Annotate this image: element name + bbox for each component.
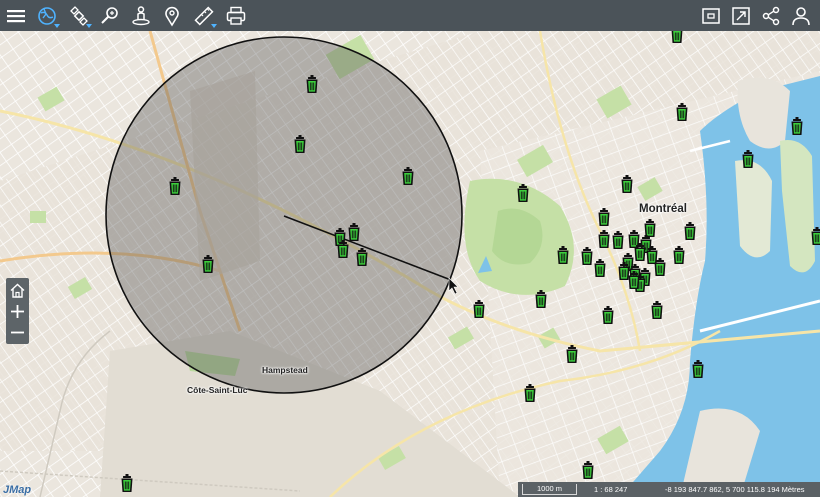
- trash-bin-icon[interactable]: [402, 166, 414, 186]
- trash-bin-icon[interactable]: [612, 230, 624, 250]
- toolbar: [0, 0, 820, 31]
- trash-bin-icon[interactable]: [628, 270, 640, 290]
- user-icon: [792, 6, 810, 25]
- trash-bin-icon[interactable]: [473, 299, 485, 319]
- trash-bin-icon[interactable]: [517, 183, 529, 203]
- trash-bin-icon[interactable]: [582, 460, 594, 480]
- menu-button[interactable]: [2, 2, 30, 29]
- trash-bin-icon[interactable]: [294, 134, 306, 154]
- trash-bin-icon[interactable]: [634, 242, 646, 262]
- trash-bin-icon[interactable]: [202, 254, 214, 274]
- street-view-button[interactable]: [127, 2, 155, 29]
- trash-bin-icon[interactable]: [742, 149, 754, 169]
- print-icon: [226, 6, 246, 25]
- app: Montréal Hampstead Côte-Saint-Luc JMap 1…: [0, 0, 820, 497]
- basemap-button[interactable]: [33, 2, 61, 29]
- jmap-logo: JMap: [3, 484, 32, 496]
- select-area-button[interactable]: [697, 2, 725, 29]
- location-search-icon: [101, 6, 118, 24]
- map-pin-icon: [165, 6, 179, 27]
- trash-bin-icon[interactable]: [684, 221, 696, 241]
- trash-bin-icon[interactable]: [654, 257, 666, 277]
- status-bar: 1000 m 1 : 68 247 -8 193 847.7 862, 5 70…: [518, 482, 820, 497]
- fullscreen-button[interactable]: [727, 2, 755, 29]
- selection-circle[interactable]: [105, 36, 463, 394]
- dropdown-caret: [211, 24, 217, 28]
- trash-bin-icon[interactable]: [557, 245, 569, 265]
- trash-bin-icon[interactable]: [602, 305, 614, 325]
- map-pin-button[interactable]: [158, 2, 186, 29]
- satellite-button[interactable]: [65, 2, 93, 29]
- fullscreen-icon: [732, 6, 750, 25]
- map-canvas[interactable]: Montréal Hampstead Côte-Saint-Luc: [0, 31, 820, 497]
- dropdown-caret: [86, 24, 92, 28]
- share-icon: [762, 6, 780, 25]
- dropdown-caret: [54, 24, 60, 28]
- trash-bin-icon[interactable]: [644, 218, 656, 238]
- trash-bin-icon[interactable]: [306, 74, 318, 94]
- trash-bin-icon[interactable]: [535, 289, 547, 309]
- trash-bin-icon[interactable]: [598, 229, 610, 249]
- label-montreal: Montréal: [639, 203, 687, 215]
- scale-ratio: 1 : 68 247: [594, 485, 628, 494]
- plus-icon: [11, 304, 24, 318]
- map-surface: [0, 31, 820, 497]
- trash-bin-icon[interactable]: [169, 176, 181, 196]
- share-button[interactable]: [757, 2, 785, 29]
- trash-bin-icon[interactable]: [692, 359, 704, 379]
- trash-bin-icon[interactable]: [646, 245, 658, 265]
- print-button[interactable]: [222, 2, 250, 29]
- trash-bin-icon[interactable]: [121, 473, 133, 493]
- trash-bin-icon[interactable]: [651, 300, 663, 320]
- trash-bin-icon[interactable]: [618, 261, 630, 281]
- zoom-panel: [6, 278, 29, 344]
- trash-bin-icon[interactable]: [671, 31, 683, 44]
- street-view-icon: [132, 5, 150, 25]
- trash-bin-icon[interactable]: [356, 247, 368, 267]
- trash-bin-icon[interactable]: [594, 258, 606, 278]
- measure-button[interactable]: [190, 2, 218, 29]
- cursor-coordinates: -8 193 847.7 862, 5 700 115.8 194 Mètres: [665, 485, 805, 494]
- select-area-icon: [702, 7, 720, 24]
- location-search-button[interactable]: [96, 2, 124, 29]
- trash-bin-icon[interactable]: [621, 174, 633, 194]
- trash-bin-icon[interactable]: [566, 344, 578, 364]
- trash-bin-icon[interactable]: [348, 222, 360, 242]
- trash-bin-icon[interactable]: [673, 245, 685, 265]
- menu-icon: [7, 9, 25, 22]
- scale-bar: 1000 m: [522, 484, 577, 495]
- home-button[interactable]: [6, 279, 29, 301]
- label-hampstead: Hampstead: [262, 365, 308, 375]
- zoom-out-button[interactable]: [6, 321, 29, 343]
- trash-bin-icon[interactable]: [581, 246, 593, 266]
- trash-bin-icon[interactable]: [524, 383, 536, 403]
- user-button[interactable]: [787, 2, 815, 29]
- home-icon: [10, 283, 25, 298]
- trash-bin-icon[interactable]: [337, 239, 349, 259]
- zoom-in-button[interactable]: [6, 300, 29, 322]
- trash-bin-icon[interactable]: [598, 207, 610, 227]
- label-cote-saint-luc: Côte-Saint-Luc: [187, 385, 248, 395]
- minus-icon: [11, 331, 24, 333]
- trash-bin-icon[interactable]: [791, 116, 803, 136]
- trash-bin-icon[interactable]: [676, 102, 688, 122]
